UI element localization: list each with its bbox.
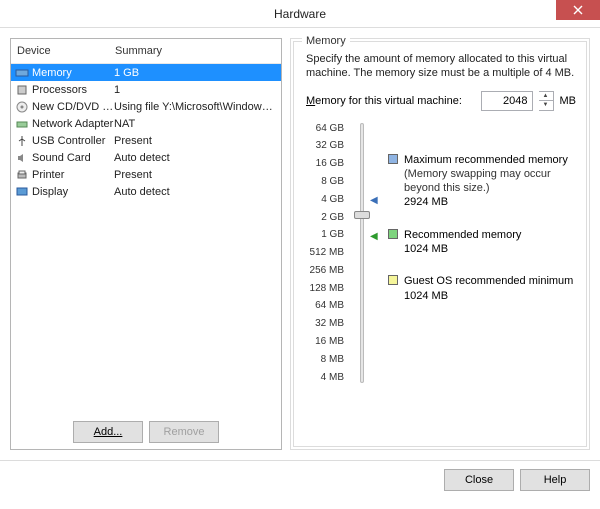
device-summary: 1 [114,84,278,96]
legend-rec-value: 1024 MB [404,242,521,256]
tick-label: 8 MB [306,354,344,365]
tick-label: 512 MB [306,247,344,258]
square-green-icon [388,229,398,239]
window-close-button[interactable] [556,0,600,20]
legend-rec-title: Recommended memory [404,228,521,242]
add-button[interactable]: Add... [73,421,143,443]
disc-icon [14,100,30,114]
memory-slider-thumb[interactable] [354,211,370,219]
help-button[interactable]: Help [520,469,590,491]
memory-description: Specify the amount of memory allocated t… [306,52,576,81]
memory-slider-area: 64 GB 32 GB 16 GB 8 GB 4 GB 2 GB 1 GB 512 MB 256… [306,123,576,383]
memory-input-row: Memory for this virtual machine: ▲ ▼ MB [306,91,576,111]
spinner-up-icon[interactable]: ▲ [539,92,553,102]
close-button[interactable]: Close [444,469,514,491]
memory-unit: MB [560,95,577,107]
display-icon [14,185,30,199]
usb-icon [14,134,30,148]
tick-label: 16 GB [306,158,344,169]
tick-label: 4 GB [306,194,344,205]
device-list-header: Device Summary [11,39,281,64]
device-name: Memory [32,67,114,79]
tick-label: 16 MB [306,336,344,347]
device-name: Sound Card [32,152,114,164]
legend-max-value: 2924 MB [404,195,576,209]
device-name: USB Controller [32,135,114,147]
settings-panel: Memory Specify the amount of memory allo… [290,38,590,450]
memory-icon [14,66,30,80]
legend-max-title: Maximum recommended memory [404,153,576,167]
legend-max: Maximum recommended memory (Memory swapp… [388,153,576,210]
device-summary: Present [114,135,278,147]
close-icon [573,5,583,15]
device-row-cddvd[interactable]: New CD/DVD (...Using file Y:\Microsoft\W… [11,98,281,115]
memory-label: Memory for this virtual machine: [306,95,462,107]
device-name: Processors [32,84,114,96]
tick-label: 4 MB [306,372,344,383]
column-summary: Summary [115,45,277,57]
network-icon [14,117,30,131]
tick-label: 2 GB [306,212,344,223]
printer-icon [14,168,30,182]
remove-button: Remove [149,421,219,443]
column-device: Device [17,45,115,57]
marker-max-icon: ◀ [370,195,378,206]
tick-label: 1 GB [306,229,344,240]
device-row-sound[interactable]: Sound CardAuto detect [11,149,281,166]
device-name: Display [32,186,114,198]
window-title: Hardware [274,7,326,21]
device-row-display[interactable]: DisplayAuto detect [11,183,281,200]
tick-label: 64 MB [306,300,344,311]
legend-min-value: 1024 MB [404,289,573,303]
tick-label: 256 MB [306,265,344,276]
tick-label: 8 GB [306,176,344,187]
memory-legends: Maximum recommended memory (Memory swapp… [376,123,576,383]
device-list[interactable]: Memory1 GBProcessors1New CD/DVD (...Usin… [11,64,281,415]
content-area: Device Summary Memory1 GBProcessors1New … [0,28,600,460]
tick-label: 64 GB [306,123,344,134]
device-summary: NAT [114,118,278,130]
device-row-memory[interactable]: Memory1 GB [11,64,281,81]
memory-spinner[interactable]: ▲ ▼ [539,91,554,111]
memory-ticks: 64 GB 32 GB 16 GB 8 GB 4 GB 2 GB 1 GB 512 MB 256… [306,123,348,383]
legend-rec: Recommended memory 1024 MB [388,228,576,257]
tick-label: 128 MB [306,283,344,294]
memory-group-title: Memory [302,35,350,47]
cpu-icon [14,83,30,97]
tick-label: 32 GB [306,140,344,151]
marker-rec-icon: ◀ [370,231,378,242]
device-row-net[interactable]: Network AdapterNAT [11,115,281,132]
device-buttons: Add... Remove [11,415,281,449]
tick-label: 32 MB [306,318,344,329]
device-name: Printer [32,169,114,181]
device-row-usb[interactable]: USB ControllerPresent [11,132,281,149]
spinner-down-icon[interactable]: ▼ [539,101,553,110]
device-panel: Device Summary Memory1 GBProcessors1New … [10,38,282,450]
device-summary: Auto detect [114,186,278,198]
device-name: Network Adapter [32,118,114,130]
title-bar: Hardware [0,0,600,28]
legend-max-note: (Memory swapping may occur beyond this s… [404,167,576,196]
device-row-processors[interactable]: Processors1 [11,81,281,98]
square-blue-icon [388,154,398,164]
legend-min: Guest OS recommended minimum 1024 MB [388,274,576,303]
device-row-printer[interactable]: PrinterPresent [11,166,281,183]
device-summary: 1 GB [114,67,278,79]
dialog-button-bar: Close Help [0,460,600,498]
memory-input[interactable] [481,91,533,111]
square-yellow-icon [388,275,398,285]
sound-icon [14,151,30,165]
memory-group: Memory Specify the amount of memory allo… [293,41,587,447]
device-summary: Auto detect [114,152,278,164]
legend-min-title: Guest OS recommended minimum [404,274,573,288]
device-name: New CD/DVD (... [32,101,114,113]
memory-track[interactable]: ◀ ◀ [352,123,372,383]
device-summary: Using file Y:\Microsoft\Windows 8\... [114,101,278,113]
device-summary: Present [114,169,278,181]
